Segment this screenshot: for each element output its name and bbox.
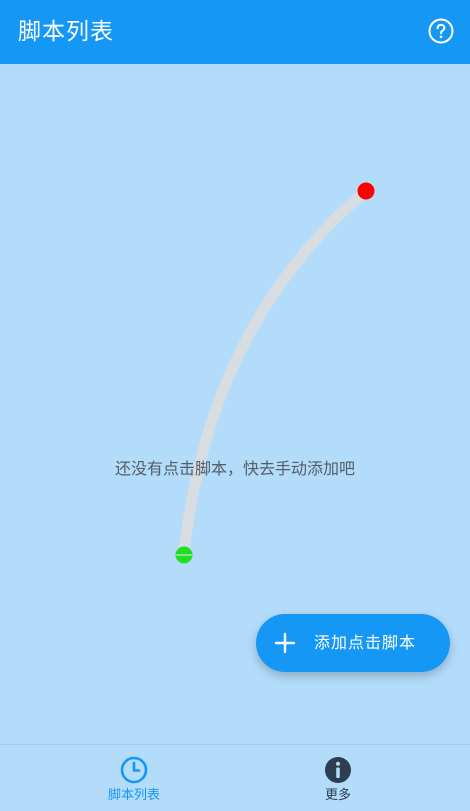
nav-item-more[interactable]: 更多 [278, 745, 398, 811]
nav-label-more: 更多 [324, 788, 351, 803]
app-bar: 脚本列表 [0, 0, 470, 64]
plus-icon [274, 632, 296, 654]
page-title: 脚本列表 [18, 19, 114, 45]
empty-state-message: 还没有点击脚本，快去手动添加吧 [114, 459, 355, 478]
info-icon [325, 757, 351, 783]
swipe-path [178, 185, 372, 561]
bottom-navigation: 脚本列表 更多 [0, 744, 470, 811]
swipe-end-point [357, 182, 375, 200]
add-click-script-label: 添加点击脚本 [314, 633, 417, 652]
nav-label-script-list: 脚本列表 [107, 788, 160, 803]
clock-icon [120, 756, 148, 784]
question-circle-icon[interactable] [428, 18, 454, 44]
nav-item-script-list[interactable]: 脚本列表 [74, 745, 194, 811]
